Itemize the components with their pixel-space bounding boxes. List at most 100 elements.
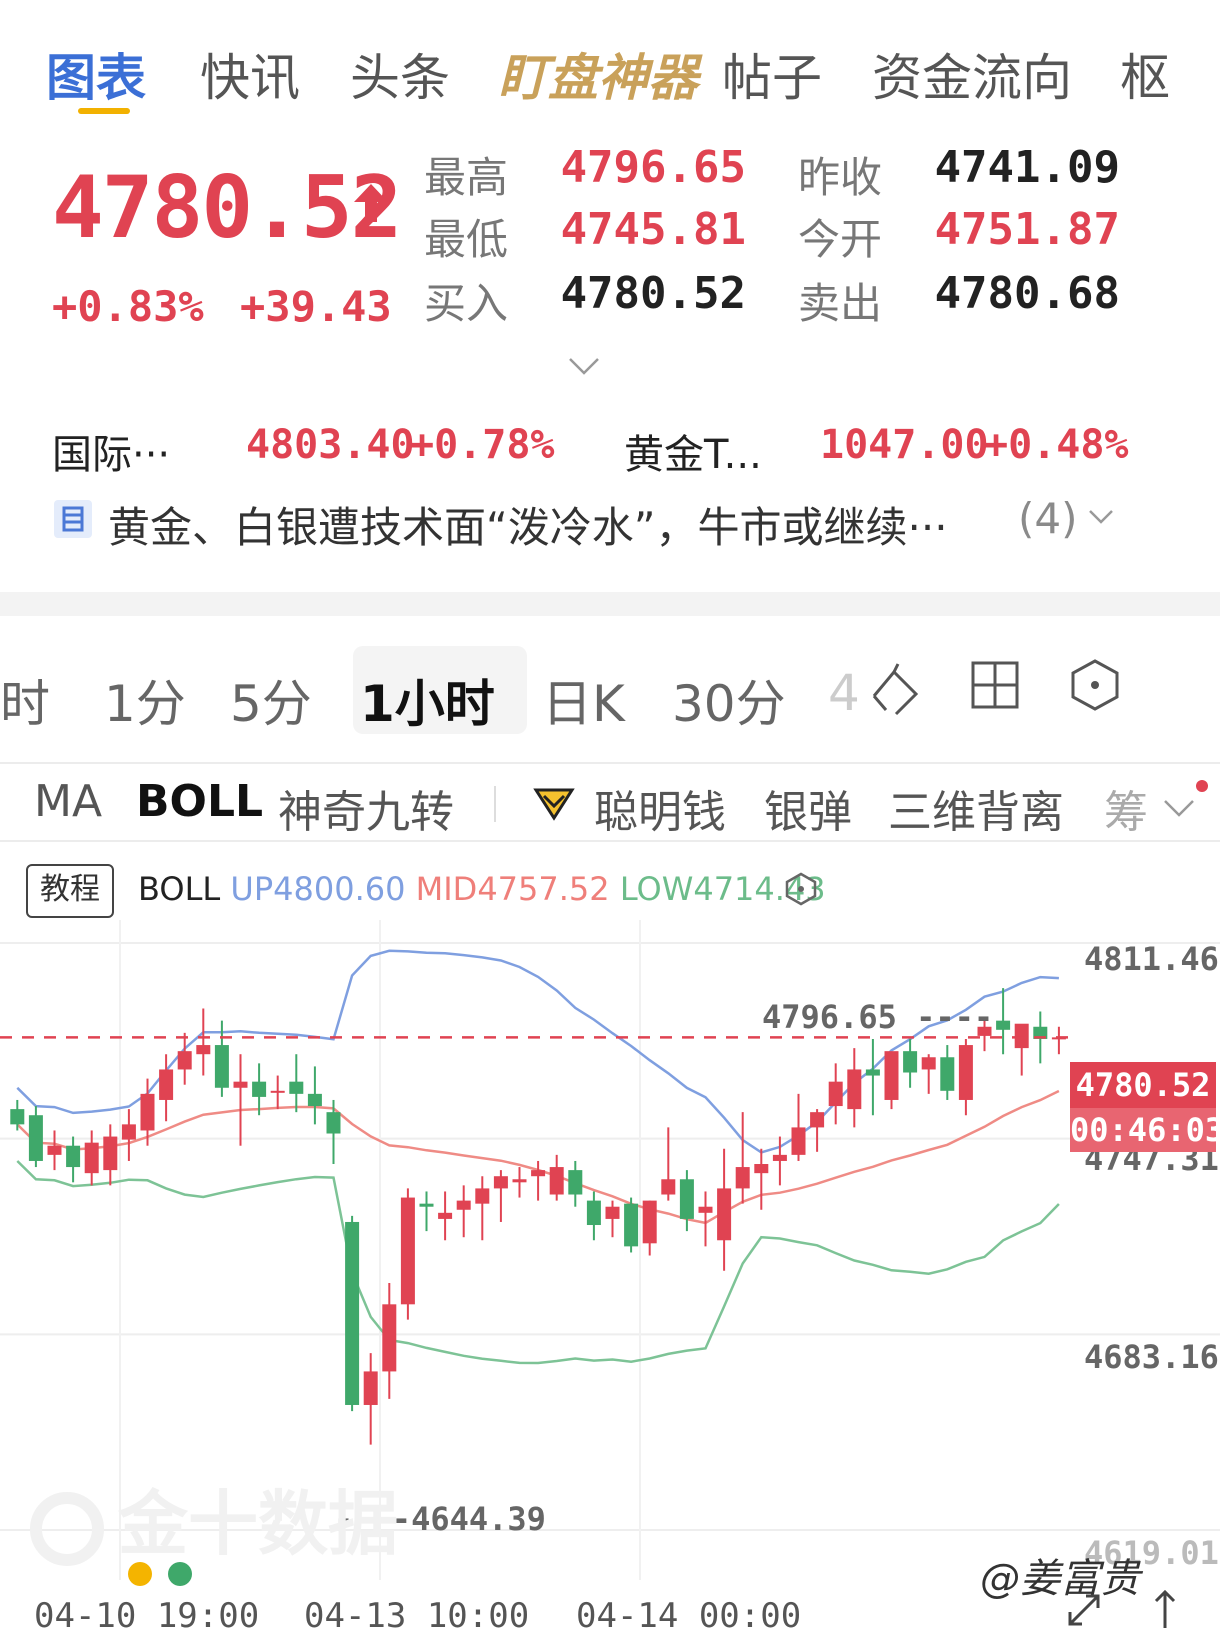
last-price: 4780.52 <box>52 158 402 258</box>
candle-body <box>270 1090 285 1093</box>
watermark: 金十数据 <box>30 1468 398 1569</box>
countdown-tag: 00:46:03 <box>1070 1108 1220 1152</box>
candle-body <box>642 1200 657 1244</box>
x-tick-2: 04-13 10:00 <box>304 1596 530 1636</box>
indicator-smart-money[interactable]: 聪明钱 <box>594 776 726 840</box>
candle-body <box>717 1188 732 1241</box>
indicator-expand-icon[interactable] <box>1162 796 1198 820</box>
candle-body <box>679 1179 694 1219</box>
candle-body <box>140 1093 155 1131</box>
candle-body <box>512 1179 527 1183</box>
candle-body <box>865 1069 880 1076</box>
candle-body <box>568 1170 583 1195</box>
indicator-chip[interactable]: 筹 <box>1104 776 1148 840</box>
candle-body <box>903 1051 918 1073</box>
open-label: 今开 <box>798 215 883 264</box>
top-nav: 图表 快讯 头条 盯盘神器 帖子 资金流向 枢 <box>0 0 1220 118</box>
related-name-1[interactable]: 国际··· <box>52 422 170 480</box>
candle-body <box>456 1200 471 1210</box>
scroll-arrows-icon[interactable] <box>1150 1588 1180 1632</box>
open-value: 4751.87 <box>934 204 1120 255</box>
expand-icon[interactable] <box>1064 1590 1104 1630</box>
up-arrow-icon <box>354 184 388 222</box>
candle-body <box>345 1221 360 1405</box>
boll-legend: BOLL UP4800.60 MID4757.52 LOW4714.43 <box>138 870 826 908</box>
section-divider <box>0 592 1220 616</box>
period-1h[interactable]: 1小时 <box>360 664 495 736</box>
candle-body <box>196 1045 211 1055</box>
candle-body <box>828 1081 843 1107</box>
tab-capital-flow[interactable]: 资金流向 <box>872 38 1072 110</box>
series-dot-green[interactable] <box>168 1562 192 1586</box>
candle-body <box>400 1197 415 1305</box>
change-amount: +39.43 <box>240 282 392 331</box>
tab-chart[interactable]: 图表 <box>46 38 146 110</box>
candle-body <box>10 1109 25 1125</box>
chevron-down-icon[interactable] <box>568 356 600 376</box>
tab-more[interactable]: 枢 <box>1120 38 1170 110</box>
candle-body <box>289 1081 304 1094</box>
period-5m[interactable]: 5分 <box>230 664 312 736</box>
candle-body <box>624 1203 639 1247</box>
candle-body <box>847 1069 862 1110</box>
boll-upper-line <box>16 949 1059 1154</box>
series-dot-yellow[interactable] <box>128 1562 152 1586</box>
period-30m[interactable]: 30分 <box>672 664 786 736</box>
divider <box>0 840 1220 842</box>
period-1m[interactable]: 1分 <box>104 664 186 736</box>
grid-layout-icon[interactable] <box>970 660 1020 710</box>
last-price-tag: 4780.52 <box>1070 1062 1216 1108</box>
related-name-2[interactable]: 黄金T... <box>624 422 762 480</box>
high-value: 4796.65 <box>560 142 746 193</box>
indicator-silver-bullet[interactable]: 银弹 <box>764 776 852 840</box>
candle-body <box>735 1167 750 1189</box>
candle-body <box>605 1206 620 1219</box>
period-day[interactable]: 日K <box>542 664 625 736</box>
high-annotation: 4796.65 ---- <box>762 998 994 1036</box>
period-time[interactable]: 时 <box>0 664 50 736</box>
candle-body <box>586 1200 601 1226</box>
candle-body <box>419 1203 434 1207</box>
draw-pen-icon[interactable] <box>868 660 924 716</box>
x-tick-3: 04-14 00:00 <box>576 1596 802 1636</box>
candle-body <box>791 1127 806 1155</box>
legend-name: BOLL <box>138 870 221 908</box>
diamond-icon <box>533 788 575 821</box>
candle-body <box>121 1124 136 1140</box>
active-tab-indicator <box>78 108 130 114</box>
candle-body <box>958 1045 973 1100</box>
tutorial-button[interactable]: 教程 <box>26 864 114 918</box>
boll-mid-line <box>16 1089 1060 1225</box>
change-percent: +0.83% <box>52 282 204 331</box>
news-icon <box>54 500 92 538</box>
tab-news-flash[interactable]: 快讯 <box>200 38 300 110</box>
candle-body <box>233 1081 248 1088</box>
candle-body <box>884 1051 899 1100</box>
legend-settings-icon[interactable] <box>784 872 818 906</box>
bid-value: 4780.52 <box>560 268 746 319</box>
related-price-1: 4803.40 <box>246 422 415 468</box>
indicator-ma[interactable]: MA <box>34 776 102 827</box>
candle-body <box>772 1154 787 1161</box>
period-more[interactable]: 4 <box>828 664 860 722</box>
ask-value: 4780.68 <box>934 268 1120 319</box>
divider <box>0 762 1220 764</box>
candle-body <box>921 1057 936 1070</box>
x-tick-1: 04-10 19:00 <box>34 1596 260 1636</box>
tab-posts[interactable]: 帖子 <box>722 38 822 110</box>
indicator-td9[interactable]: 神奇九转 <box>278 776 454 840</box>
indicator-3d-divergence[interactable]: 三维背离 <box>888 776 1064 840</box>
news-count: (4) <box>1018 494 1078 543</box>
news-expand-icon[interactable] <box>1088 508 1114 526</box>
tab-headlines[interactable]: 头条 <box>350 38 450 110</box>
candle-body <box>810 1112 825 1128</box>
legend-upper: UP4800.60 <box>230 870 406 908</box>
tab-watch-tool[interactable]: 盯盘神器 <box>498 38 698 110</box>
settings-hexagon-icon[interactable] <box>1068 658 1122 712</box>
news-headline[interactable]: 黄金、白银遭技术面“泼冷水”，牛市或继续··· <box>108 494 948 555</box>
indicator-boll[interactable]: BOLL <box>136 776 263 827</box>
candle-body <box>28 1115 43 1161</box>
candle-body <box>475 1188 490 1204</box>
candle-body <box>698 1206 713 1213</box>
candle-body <box>159 1069 174 1100</box>
